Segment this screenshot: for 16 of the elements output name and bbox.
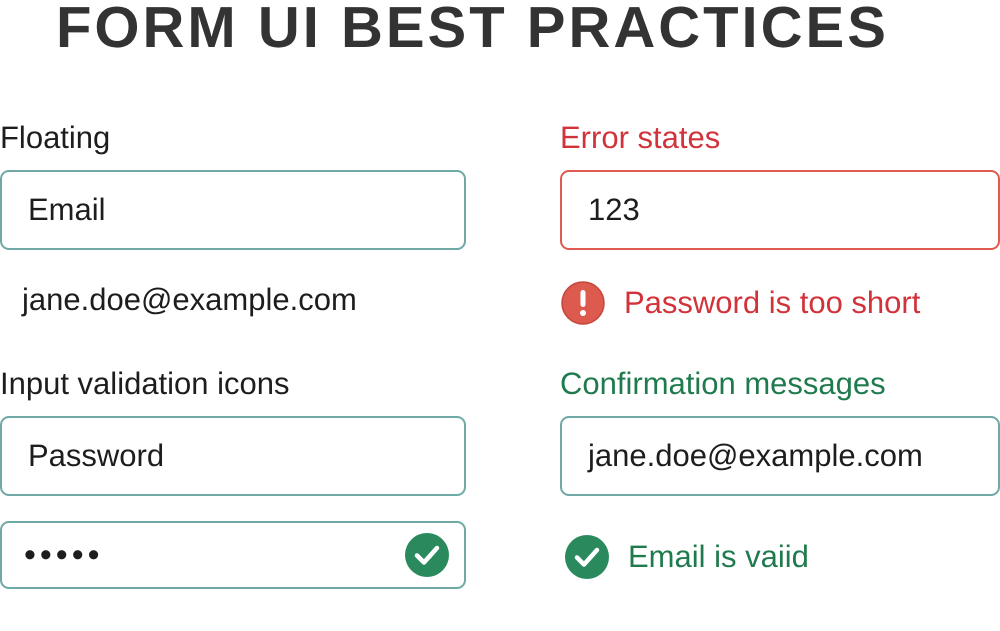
input-field[interactable]: 123 xyxy=(560,170,1000,250)
input-field[interactable]: jane.doe@example.com xyxy=(560,416,1000,496)
success-message: Email is vaiid xyxy=(628,539,809,575)
error-message: Password is too short xyxy=(624,285,920,321)
field-label: Input validation icons xyxy=(0,366,290,402)
field-label: Floating xyxy=(0,120,110,156)
page-title: FORM UI BEST PRACTICES xyxy=(56,0,889,56)
helper-text: jane.doe@example.com xyxy=(22,282,357,318)
input-field[interactable]: Email xyxy=(0,170,466,250)
checkmark-icon xyxy=(564,534,610,580)
field-label: Error states xyxy=(560,120,720,156)
exclamation-icon xyxy=(560,280,606,326)
password-field[interactable]: ••••• xyxy=(0,521,466,589)
input-field[interactable]: Password xyxy=(0,416,466,496)
field-label: Confirmation messages xyxy=(560,366,886,402)
checkmark-icon xyxy=(404,532,450,578)
